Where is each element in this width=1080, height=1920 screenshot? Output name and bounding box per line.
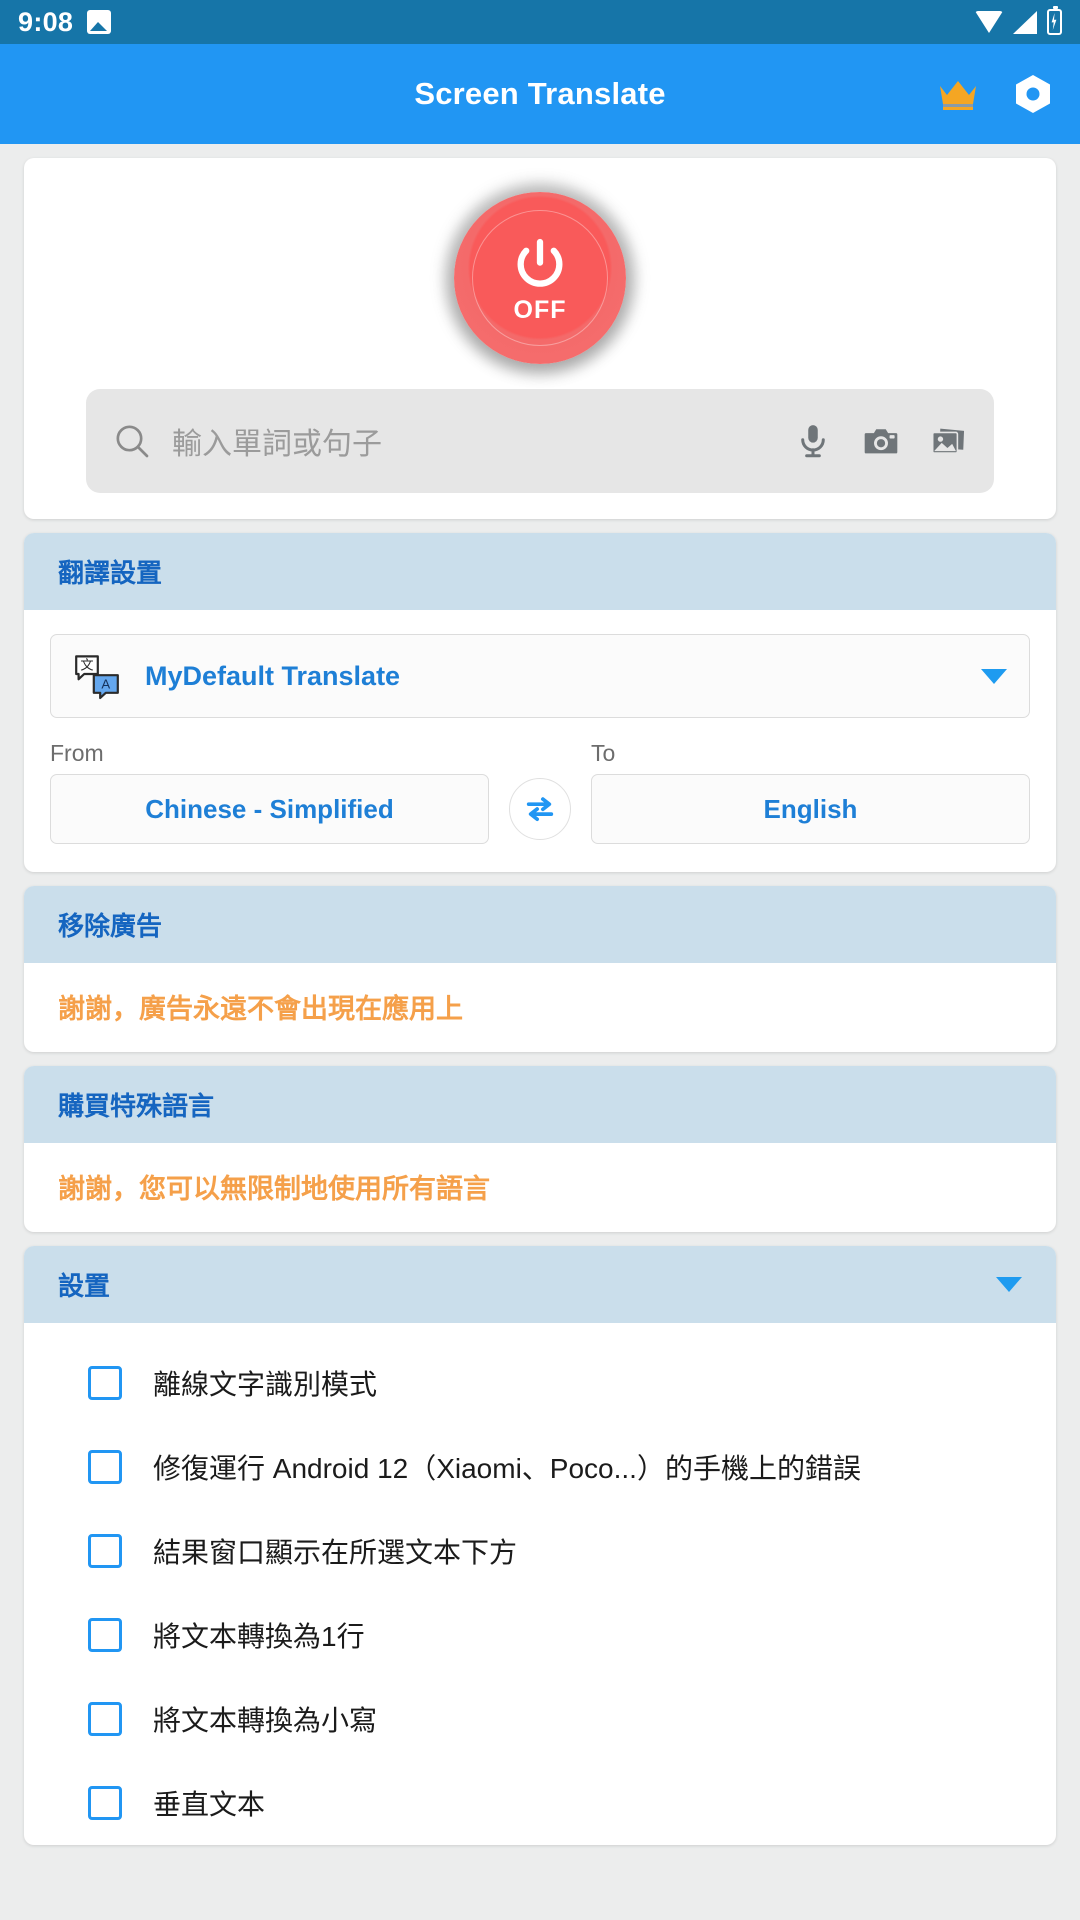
list-item-label: 將文本轉換為小寫 [153,1705,378,1736]
list-item[interactable]: 將文本轉換為1行 [24,1593,1056,1677]
translate-engine-selector[interactable]: 文 A MyDefault Translate [50,634,1030,718]
power-button-wrap: OFF [24,180,1056,375]
translate-settings-header: 翻譯設置 [24,533,1056,610]
svg-text:A: A [101,677,110,692]
remove-ads-card: 移除廣告 謝謝，廣告永遠不會出現在應用上 [24,886,1056,1052]
settings-title: 設置 [58,1271,111,1301]
search-icon [116,425,149,458]
language-selector-row: From Chinese - Simplified To English [50,740,1030,844]
to-label: To [591,740,616,766]
mic-icon[interactable] [794,422,832,460]
from-label: From [50,740,104,766]
buy-languages-card: 購買特殊語言 謝謝，您可以無限制地使用所有語言 [24,1066,1056,1232]
translate-engine-name: MyDefault Translate [145,660,401,691]
power-state-label: OFF [513,296,567,324]
battery-charging-icon [1047,6,1062,35]
translate-icon: 文 A [75,655,119,700]
gear-icon[interactable] [1014,74,1052,114]
list-item-label: 離線文字識別模式 [153,1369,378,1400]
translate-settings-title: 翻譯設置 [58,558,163,588]
swap-icon [526,797,554,822]
crown-icon[interactable] [938,78,978,110]
checkbox[interactable] [88,1366,122,1400]
search-input[interactable]: 輸入單詞或句子 [172,419,794,463]
settings-list: 離線文字識別模式 修復運行 Android 12（Xiaomi、Poco...）… [24,1323,1056,1845]
status-bar: 9:08 [0,0,1080,44]
chevron-down-icon[interactable] [996,1277,1022,1292]
settings-card: 設置 離線文字識別模式 修復運行 Android 12（Xiaomi、Poco.… [24,1246,1056,1845]
list-item-label: 將文本轉換為1行 [153,1621,365,1652]
list-item[interactable]: 將文本轉換為小寫 [24,1677,1056,1761]
power-icon [517,238,563,287]
settings-header[interactable]: 設置 [24,1246,1056,1323]
status-time: 9:08 [18,6,74,37]
power-toggle-button[interactable]: OFF [454,191,626,364]
list-item[interactable]: 修復運行 Android 12（Xiaomi、Poco...）的手機上的錯誤 [24,1425,1056,1509]
remove-ads-title: 移除廣告 [58,911,163,941]
remove-ads-header: 移除廣告 [24,886,1056,963]
checkbox[interactable] [88,1618,122,1652]
to-language-button[interactable]: English [591,774,1030,844]
translate-settings-card: 翻譯設置 文 A MyDefault Translate From Chines… [24,533,1056,872]
checkbox[interactable] [88,1450,122,1484]
swap-languages-button[interactable] [509,778,571,840]
camera-icon[interactable] [862,422,900,460]
page-title: Screen Translate [414,76,666,111]
remove-ads-message: 謝謝，廣告永遠不會出現在應用上 [58,994,463,1024]
checkbox[interactable] [88,1702,122,1736]
from-language-col: From Chinese - Simplified [50,740,489,844]
list-item[interactable]: 離線文字識別模式 [24,1341,1056,1425]
buy-languages-header: 購買特殊語言 [24,1066,1056,1143]
status-bar-left: 9:08 [18,6,112,38]
list-item-label: 垂直文本 [153,1789,266,1820]
power-card: OFF 輸入單詞或句子 [24,158,1056,519]
list-item-label: 修復運行 Android 12（Xiaomi、Poco...）的手機上的錯誤 [153,1453,861,1484]
from-language-button[interactable]: Chinese - Simplified [50,774,489,844]
checkbox[interactable] [88,1786,122,1820]
buy-languages-title: 購買特殊語言 [58,1091,215,1121]
chevron-down-icon[interactable] [981,668,1007,684]
to-language-col: To English [591,740,1030,844]
signal-icon [1013,10,1037,34]
app-bar-actions [938,74,1052,114]
svg-text:文: 文 [80,658,93,673]
gallery-icon[interactable] [930,422,968,460]
photo-icon [87,10,112,34]
translate-settings-body: 文 A MyDefault Translate From Chinese - S… [24,610,1056,872]
list-item[interactable]: 垂直文本 [24,1761,1056,1845]
buy-languages-message: 謝謝，您可以無限制地使用所有語言 [58,1174,490,1204]
app-bar: Screen Translate [0,44,1080,144]
search-bar[interactable]: 輸入單詞或句子 [86,389,994,493]
list-item-label: 結果窗口顯示在所選文本下方 [153,1537,518,1568]
status-bar-right [975,6,1062,35]
checkbox[interactable] [88,1534,122,1568]
list-item[interactable]: 結果窗口顯示在所選文本下方 [24,1509,1056,1593]
wifi-icon [975,11,1003,33]
search-actions [794,422,968,460]
